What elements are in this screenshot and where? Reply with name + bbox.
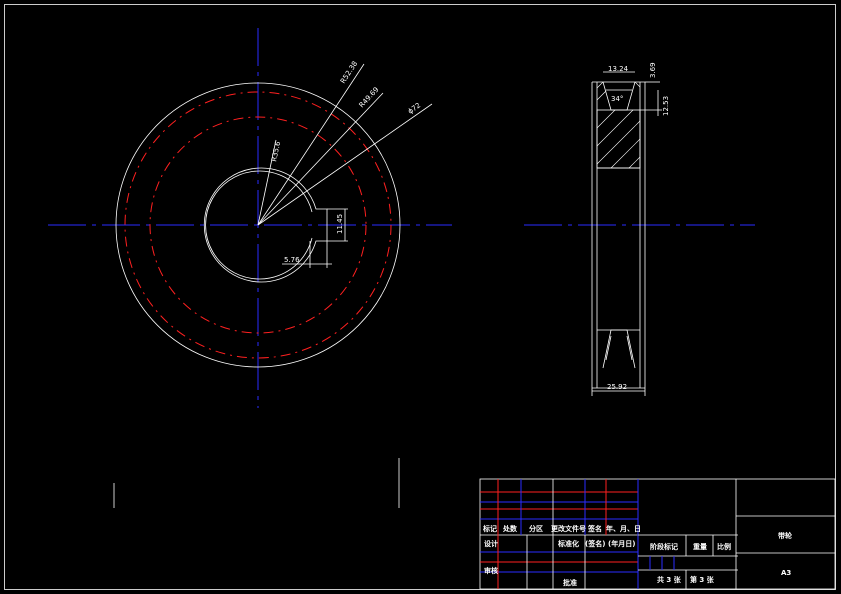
tb-sheets-total: 共 3 张 [657,575,682,584]
tb-zone: 分区 [529,524,543,533]
bottom-groove-inner [605,335,612,361]
tb-sign: 签名 [587,524,602,533]
hatched-region [596,109,641,169]
dim-dia72: ϕ72 [407,101,423,115]
tb-sheet-no: 第 3 张 [690,575,715,584]
tb-design: 设计 [484,539,498,548]
dim-groove-depth-b: 12.53 [662,96,670,116]
tb-sign-name: (签名) [585,539,605,548]
bottom-groove [602,329,636,369]
front-view: R52.38 R49.69 ϕ72 R35.6 11.45 5.76 [48,28,452,408]
drawing-frame [4,4,836,590]
tb-standardize: 标准化 [557,539,579,548]
tb-paper-size: A3 [781,569,791,577]
dim-groove-depth-a: 3.69 [649,62,657,78]
tb-sign-date: (年月日) [608,539,635,548]
title-block: 标记 处数 分区 更改文件号 签名 年、月、日 设计 标准化 (签名) (年月日… [479,478,836,590]
tb-mark: 标记 [482,524,497,533]
dim-r35: R35.6 [270,140,282,162]
dim-keyway-depth: 5.76 [284,256,300,264]
tb-weight: 重量 [693,542,707,551]
tb-stage-mark: 阶段标记 [650,542,678,551]
leader-dia72 [257,103,433,226]
dim-groove-angle: 34° [611,95,623,103]
tb-date: 年、月、日 [606,524,641,533]
tb-approve: 批准 [563,578,577,587]
dim-groove-top: 13.24 [608,65,629,73]
dim-r52: R52.38 [339,60,359,85]
dim-keyway-width: 11.45 [336,214,344,234]
tb-count: 处数 [502,524,518,533]
tb-doc: 更改文件号 [551,524,586,533]
bottom-groove-inner-right [626,335,633,361]
tb-review: 审核 [484,566,498,575]
section-view: 13.24 3.69 12.53 34° 25.92 [524,62,755,396]
dim-width: 25.92 [607,383,627,391]
tb-scale: 比例 [717,542,731,551]
tb-part-name: 带轮 [778,531,792,540]
dim-r49: R49.69 [358,86,381,110]
cad-drawing-canvas: R52.38 R49.69 ϕ72 R35.6 11.45 5.76 13.24… [4,4,836,590]
